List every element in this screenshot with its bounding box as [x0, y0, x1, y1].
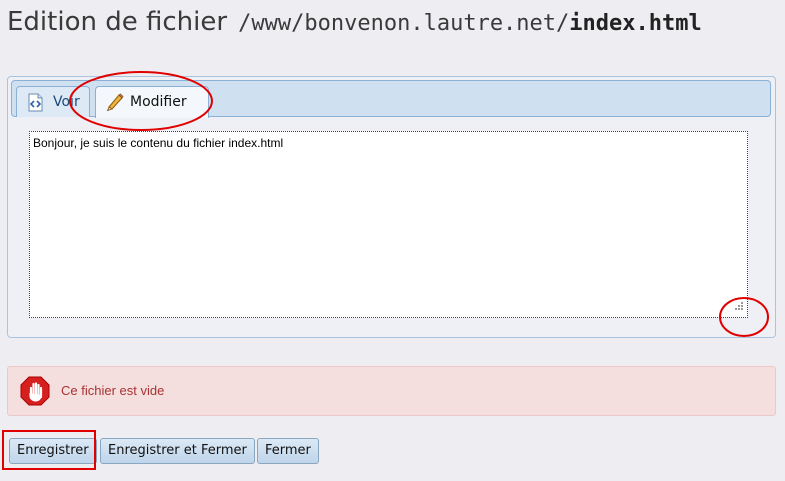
title-path: /www/bonvenon.lautre.net/	[238, 11, 570, 36]
title-filename: index.html	[569, 11, 702, 36]
tab-voir-label: Voir	[53, 94, 80, 110]
alert-message: Ce fichier est vide	[61, 383, 165, 398]
tab-modifier[interactable]: Modifier	[95, 86, 209, 118]
pencil-icon	[105, 92, 124, 123]
file-content-text: Bonjour, je suis le contenu du fichier i…	[33, 136, 284, 150]
save-button[interactable]: Enregistrer	[9, 438, 97, 464]
save-and-close-button[interactable]: Enregistrer et Fermer	[100, 438, 255, 464]
close-button[interactable]: Fermer	[257, 438, 319, 464]
error-alert: Ce fichier est vide	[7, 366, 776, 416]
tab-voir[interactable]: Voir	[16, 86, 90, 117]
resize-grip-icon[interactable]	[734, 300, 744, 314]
title-label: Edition de fichier	[7, 7, 228, 37]
file-content-textarea[interactable]: Bonjour, je suis le contenu du fichier i…	[29, 131, 748, 318]
editor-panel: Voir Modifier Bonjour, je suis le conten…	[7, 76, 776, 338]
code-file-icon	[27, 93, 45, 124]
page-title: Edition de fichier /www/bonvenon.lautre.…	[7, 2, 702, 42]
tab-bar: Voir Modifier	[11, 80, 771, 118]
stop-hand-icon	[20, 376, 50, 410]
tab-modifier-label: Modifier	[130, 94, 187, 110]
